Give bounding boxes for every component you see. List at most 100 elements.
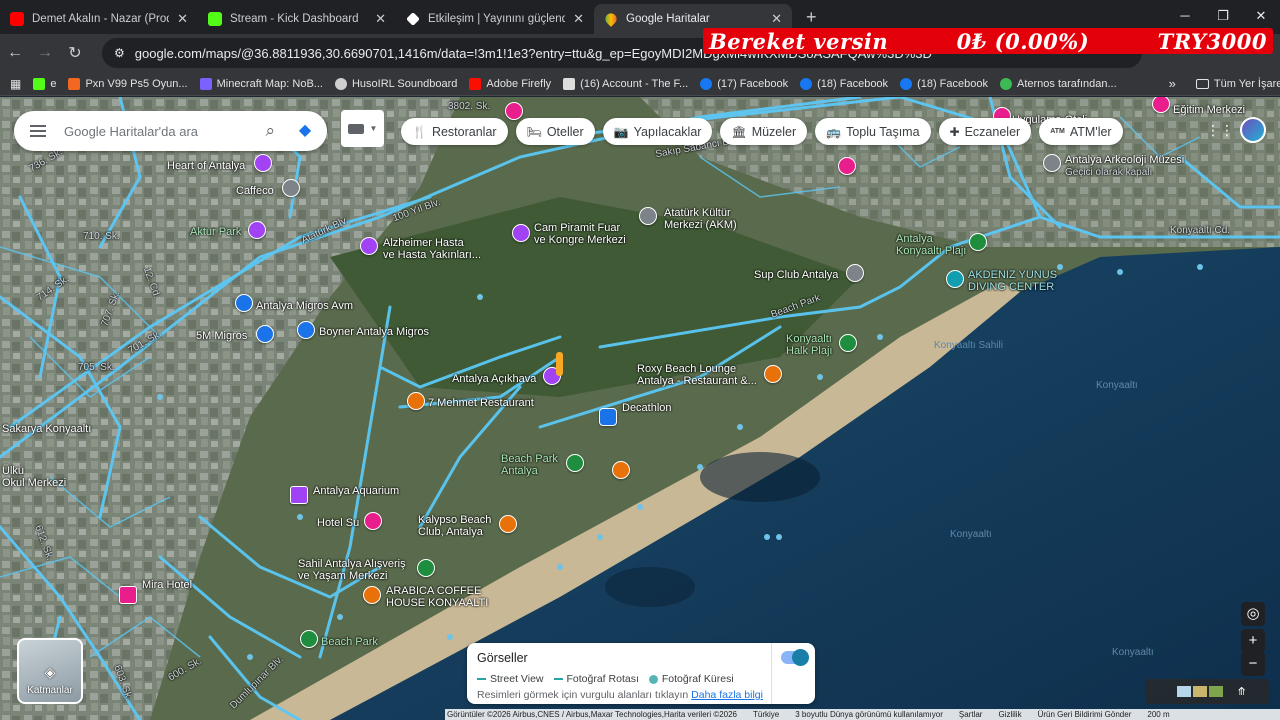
pin-shop-icon[interactable]: [599, 408, 617, 426]
chip-restaurants[interactable]: 🍴 Restoranlar: [401, 118, 508, 145]
my-location-button[interactable]: ◎: [1241, 602, 1265, 626]
map-label-heart-of-antalya[interactable]: Heart of Antalya: [167, 160, 245, 172]
map-label-aktur-park[interactable]: Aktur Park: [190, 226, 241, 238]
footer-scale[interactable]: 200 m: [1147, 710, 1169, 719]
pin-purple-icon[interactable]: [290, 486, 308, 504]
preview-tile-2[interactable]: [1193, 686, 1207, 697]
apps-icon[interactable]: ▦: [10, 77, 21, 91]
map-label-migros-avm[interactable]: Antalya Migros Avm: [256, 300, 353, 312]
search-box[interactable]: Google Haritalar'da ara ⌕ ◆: [14, 111, 327, 151]
map-label-okul[interactable]: Okul Merkezi: [2, 477, 66, 489]
apps-grid-icon[interactable]: ⋮⋮: [1206, 122, 1234, 139]
expand-icon[interactable]: ⤊: [1237, 685, 1246, 698]
chip-things-to-do[interactable]: 📷 Yapılacaklar: [602, 118, 713, 145]
pin-gray-icon[interactable]: [639, 207, 657, 225]
footer-privacy[interactable]: Gizlilik: [998, 710, 1021, 719]
map-label-egitim[interactable]: Eğitim Merkezi: [1173, 104, 1245, 116]
reload-icon[interactable]: ↻: [60, 43, 90, 63]
map-label-caffeco[interactable]: Caffeco: [236, 185, 274, 197]
preview-tile-1[interactable]: [1177, 686, 1191, 697]
map-label-sahil[interactable]: Sahil Antalya Alışveriş ve Yaşam Merkezi: [298, 558, 406, 582]
map-label-cam-piramit[interactable]: Cam Piramit Fuar ve Kongre Merkezi: [534, 222, 626, 246]
map-canvas[interactable]: Heart of Antalya Caffeco Aktur Park Alzh…: [0, 97, 1280, 720]
close-icon[interactable]: ✕: [375, 11, 386, 27]
pin-pink-icon[interactable]: [838, 157, 856, 175]
preview-tile-3[interactable]: [1209, 686, 1223, 697]
pin-green-icon[interactable]: [566, 454, 584, 472]
map-label-boyner[interactable]: Boyner Antalya Migros: [319, 326, 429, 338]
pin-orange-icon[interactable]: [407, 392, 425, 410]
pin-orange-icon[interactable]: [764, 365, 782, 383]
map-label-konyaalti-plaji[interactable]: Antalya Konyaaltı Plajı: [896, 233, 966, 257]
close-icon[interactable]: ✕: [573, 11, 584, 27]
map-label-halk-plaji[interactable]: Konyaaltı Halk Plajı: [786, 333, 832, 357]
bookmark-item[interactable]: (18) Facebook: [800, 77, 888, 90]
all-bookmarks-button[interactable]: Tüm Yer İşaretleri: [1195, 78, 1280, 90]
chip-hotels[interactable]: 🛏 Oteller: [515, 118, 595, 145]
map-label-sakarya[interactable]: Sakarya Konyaaltı: [2, 423, 91, 435]
bookmark-item[interactable]: Aternos tarafından...: [1000, 77, 1117, 90]
footer-country[interactable]: Türkiye: [753, 710, 779, 719]
menu-icon[interactable]: [30, 125, 46, 137]
close-icon[interactable]: ✕: [771, 11, 782, 27]
pin-shop-icon[interactable]: [256, 325, 274, 343]
pin-gray-icon[interactable]: [1043, 154, 1061, 172]
tab-kick[interactable]: Stream - Kick Dashboard ✕: [198, 4, 396, 34]
bookmark-item[interactable]: e: [33, 77, 56, 90]
map-label-sup-club[interactable]: Sup Club Antalya: [754, 269, 838, 281]
avatar[interactable]: [1240, 117, 1266, 143]
bookmark-item[interactable]: (18) Facebook: [900, 77, 988, 90]
input-tools-button[interactable]: ▼: [341, 110, 384, 147]
chip-atms[interactable]: ATM ATM'ler: [1039, 118, 1123, 145]
layers-button[interactable]: ◈ Katmanlar: [17, 638, 83, 704]
pegman-icon[interactable]: [556, 352, 563, 376]
map-label-ulku[interactable]: Ülkü: [2, 465, 24, 477]
pin-purple-icon[interactable]: [512, 224, 530, 242]
chip-museums[interactable]: 🏛 Müzeler: [720, 118, 808, 145]
tab-etkilesim[interactable]: Etkileşim | Yayınını güçlendirmek... ✕: [396, 4, 594, 34]
map-label-arkeoloji[interactable]: Antalya Arkeoloji Müzesi: [1065, 154, 1184, 166]
bookmark-item[interactable]: (16) Account - The F...: [563, 77, 688, 90]
pin-green-icon[interactable]: [969, 233, 987, 251]
map-label-hotel-su[interactable]: Hotel Su: [317, 517, 359, 529]
pin-shop-icon[interactable]: [297, 321, 315, 339]
map-label-kalypso[interactable]: Kalypso Beach Club, Antalya: [418, 514, 491, 538]
pin-gray-icon[interactable]: [846, 264, 864, 282]
pin-teal-icon[interactable]: [946, 270, 964, 288]
forward-icon[interactable]: →: [30, 44, 60, 62]
map-label-acikhava[interactable]: Antalya Açıkhava: [452, 373, 536, 385]
zoom-out-button[interactable]: −: [1241, 652, 1265, 676]
map-label-mira[interactable]: Mira Hotel: [142, 579, 192, 591]
pin-purple-icon[interactable]: [254, 154, 272, 172]
pin-orange-icon[interactable]: [612, 461, 630, 479]
bookmark-item[interactable]: Pxn V99 Ps5 Oyun...: [68, 77, 188, 90]
zoom-in-button[interactable]: +: [1241, 629, 1265, 653]
map-label-mehmet[interactable]: 7 Mehmet Restaurant: [428, 397, 534, 409]
bookmarks-more-button[interactable]: »: [1169, 76, 1176, 91]
pin-orange-icon[interactable]: [499, 515, 517, 533]
bookmark-item[interactable]: Adobe Firefly: [469, 77, 551, 90]
footer-terms[interactable]: Şartlar: [959, 710, 983, 719]
bookmark-item[interactable]: Minecraft Map: NoB...: [199, 77, 323, 90]
pin-orange-icon[interactable]: [363, 586, 381, 604]
pin-pink-icon[interactable]: [119, 586, 137, 604]
footer-feedback[interactable]: Ürün Geri Bildirimi Gönder: [1038, 710, 1132, 719]
pin-shop-icon[interactable]: [235, 294, 253, 312]
map-label-arabica[interactable]: ARABICA COFFEE HOUSE KONYAALTI: [386, 585, 488, 609]
chip-transit[interactable]: 🚌 Toplu Taşıma: [815, 118, 931, 145]
bookmark-item[interactable]: (17) Facebook: [700, 77, 788, 90]
map-label-alzheimer[interactable]: Alzheimer Hasta ve Hasta Yakınları...: [383, 237, 481, 261]
imagery-toggle[interactable]: [781, 649, 809, 666]
chip-pharmacies[interactable]: ✚ Eczaneler: [938, 118, 1032, 145]
search-input[interactable]: Google Haritalar'da ara: [64, 124, 247, 139]
map-label-roxy[interactable]: Roxy Beach Lounge Antalya - Restaurant &…: [637, 363, 757, 387]
pin-green-icon[interactable]: [839, 334, 857, 352]
map-label-beach-park-2[interactable]: Beach Park: [321, 636, 378, 648]
search-icon[interactable]: ⌕: [265, 121, 275, 141]
map-type-preview[interactable]: ⤊: [1145, 679, 1270, 704]
map-label-5m-migros[interactable]: 5M Migros: [196, 330, 247, 342]
map-label-akdeniz-yunus[interactable]: AKDENIZ YUNUS DIVING CENTER: [968, 269, 1057, 293]
map-label-ataturk-kultur[interactable]: Atatürk Kültür Merkezi (AKM): [664, 207, 737, 231]
site-info-icon[interactable]: ⚙: [114, 46, 125, 60]
map-label-beach-park-antalya[interactable]: Beach Park Antalya: [501, 453, 558, 477]
